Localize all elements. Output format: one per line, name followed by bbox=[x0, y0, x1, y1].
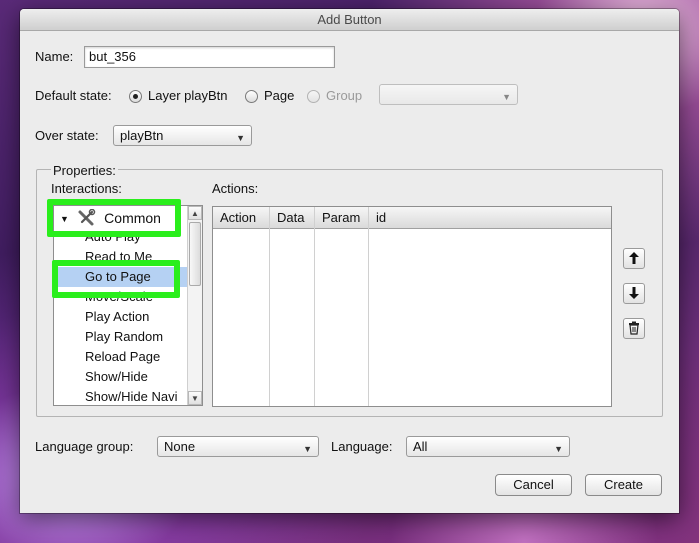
add-button-dialog: Add Button Name: but_356 Default state: … bbox=[20, 9, 679, 513]
column-divider bbox=[368, 207, 369, 406]
tree-item-show-hide-navi[interactable]: Show/Hide Navi bbox=[54, 387, 188, 405]
cancel-button[interactable]: Cancel bbox=[495, 474, 572, 496]
radio-page[interactable] bbox=[245, 90, 258, 103]
tree-item-play-action[interactable]: Play Action bbox=[54, 307, 188, 327]
move-down-button[interactable] bbox=[623, 283, 645, 304]
column-header-action[interactable]: Action bbox=[213, 207, 256, 229]
actions-label: Actions: bbox=[212, 181, 259, 196]
group-select[interactable]: ▼ bbox=[379, 84, 518, 105]
radio-layer-playbtn[interactable] bbox=[129, 90, 142, 103]
over-state-select[interactable]: playBtn ▼ bbox=[113, 125, 252, 146]
chevron-down-icon: ▼ bbox=[236, 133, 245, 143]
language-label: Language: bbox=[331, 439, 393, 454]
tree-item-play-random[interactable]: Play Random bbox=[54, 327, 188, 347]
tree-scrollbar[interactable]: ▲ ▼ bbox=[187, 206, 202, 405]
scroll-thumb[interactable] bbox=[189, 222, 201, 286]
column-header-data[interactable]: Data bbox=[270, 207, 304, 229]
radio-group-label[interactable]: Group bbox=[326, 88, 362, 103]
trash-icon bbox=[629, 321, 639, 335]
column-header-param[interactable]: Param bbox=[315, 207, 360, 229]
highlight-go-to-page bbox=[52, 260, 180, 298]
scroll-up-icon[interactable]: ▲ bbox=[188, 206, 202, 220]
name-label: Name: bbox=[35, 49, 74, 64]
interactions-label: Interactions: bbox=[51, 181, 122, 196]
language-select[interactable]: All ▼ bbox=[406, 436, 570, 457]
default-state-label: Default state: bbox=[35, 88, 112, 103]
name-input[interactable]: but_356 bbox=[84, 46, 335, 68]
actions-table[interactable]: Action Data Param id bbox=[212, 206, 612, 407]
over-state-label: Over state: bbox=[35, 128, 99, 143]
column-divider bbox=[314, 207, 315, 406]
table-header: Action Data Param id bbox=[213, 207, 611, 229]
properties-label: Properties: bbox=[51, 163, 118, 178]
column-header-id[interactable]: id bbox=[369, 207, 386, 229]
chevron-down-icon: ▼ bbox=[554, 444, 563, 454]
chevron-down-icon: ▼ bbox=[303, 444, 312, 454]
tree-item-reload-page[interactable]: Reload Page bbox=[54, 347, 188, 367]
language-value: All bbox=[413, 439, 428, 454]
language-group-value: None bbox=[164, 439, 196, 454]
move-up-button[interactable] bbox=[623, 248, 645, 269]
radio-layer-playbtn-label[interactable]: Layer playBtn bbox=[148, 88, 228, 103]
create-button[interactable]: Create bbox=[585, 474, 662, 496]
radio-page-label[interactable]: Page bbox=[264, 88, 294, 103]
scroll-down-icon[interactable]: ▼ bbox=[188, 391, 202, 405]
column-divider bbox=[269, 207, 270, 406]
tree-item-show-hide[interactable]: Show/Hide bbox=[54, 367, 188, 387]
radio-group[interactable] bbox=[307, 90, 320, 103]
language-group-label: Language group: bbox=[35, 439, 134, 454]
highlight-common bbox=[47, 199, 181, 237]
arrow-up-icon bbox=[629, 252, 639, 264]
language-group-select[interactable]: None ▼ bbox=[157, 436, 319, 457]
delete-button[interactable] bbox=[623, 318, 645, 339]
chevron-down-icon: ▼ bbox=[502, 92, 511, 102]
arrow-down-icon bbox=[629, 287, 639, 299]
window-title: Add Button bbox=[20, 9, 679, 31]
over-state-value: playBtn bbox=[120, 128, 164, 143]
